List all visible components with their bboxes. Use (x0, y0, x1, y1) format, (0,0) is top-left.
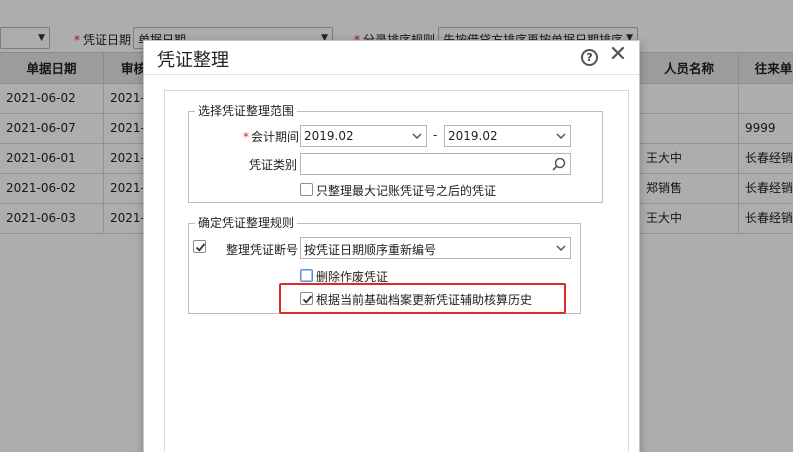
title-divider (144, 74, 639, 75)
highlight-annotation-box (279, 283, 566, 314)
voucher-type-label: 凭证类别 (249, 158, 298, 172)
only-after-max-checkbox[interactable] (300, 183, 313, 196)
range-group: 选择凭证整理范围 * 会计期间 2019.02 - 2019.02 凭证类别 只整… (188, 104, 603, 203)
period-to-select[interactable]: 2019.02 (444, 125, 571, 147)
voucher-tidy-dialog: 凭证整理 ? ✕ 选择凭证整理范围 * 会计期间 2019.02 - 2019.0… (143, 40, 640, 452)
period-separator: - (433, 128, 438, 142)
checkmark-icon (195, 243, 206, 252)
tidy-gap-label: 整理凭证断号 (226, 243, 299, 257)
tidy-gap-checkbox[interactable] (193, 240, 206, 253)
search-icon[interactable] (552, 157, 566, 171)
delete-void-checkbox[interactable] (300, 269, 313, 282)
gap-mode-select[interactable]: 按凭证日期顺序重新编号 (300, 237, 571, 259)
dialog-body: 选择凭证整理范围 * 会计期间 2019.02 - 2019.02 凭证类别 只整… (164, 90, 629, 452)
rule-group-legend: 确定凭证整理规则 (195, 216, 298, 230)
only-after-max-label: 只整理最大记账凭证号之后的凭证 (316, 184, 497, 198)
chevron-down-icon (556, 245, 566, 252)
voucher-type-input[interactable] (300, 153, 571, 175)
chevron-down-icon (412, 133, 422, 140)
close-icon[interactable]: ✕ (608, 43, 628, 67)
period-from-select[interactable]: 2019.02 (300, 125, 427, 147)
range-group-legend: 选择凭证整理范围 (195, 104, 298, 118)
chevron-down-icon (556, 133, 566, 140)
period-label: * 会计期间 (243, 130, 300, 144)
help-circle-icon[interactable]: ? (581, 49, 598, 66)
dialog-title: 凭证整理 (157, 50, 229, 71)
